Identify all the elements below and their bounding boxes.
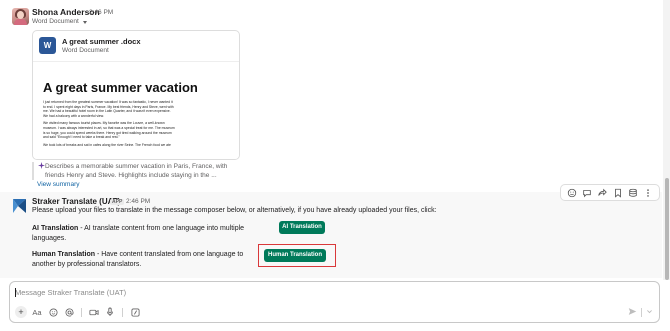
- view-summary-link[interactable]: View summary: [37, 181, 80, 188]
- ai-translation-title: AI Translation: [32, 225, 79, 232]
- text-cursor: [15, 288, 16, 297]
- ai-translation-button[interactable]: AI Translation: [279, 221, 325, 234]
- mention-icon[interactable]: [63, 306, 75, 318]
- summary-line: friends Henry and Steve. Highlights incl…: [45, 172, 217, 179]
- human-translation-description: Human Translation - Have content transla…: [32, 250, 262, 270]
- emoji-icon[interactable]: [47, 306, 59, 318]
- microphone-icon[interactable]: [104, 306, 116, 318]
- chevron-down-icon[interactable]: [83, 21, 87, 24]
- file-preview[interactable]: A great summer vacation I just returned …: [33, 61, 239, 159]
- message-timestamp[interactable]: 2:46 PM: [126, 198, 150, 205]
- message-timestamp[interactable]: 2:46 PM: [89, 9, 113, 16]
- sparkle-icon: [38, 162, 45, 171]
- human-translation-title: Human Translation: [32, 251, 96, 258]
- human-translation-button[interactable]: Human Translation: [264, 249, 326, 262]
- scrollbar-thumb[interactable]: [665, 178, 669, 280]
- message-text: Please upload your files to translate in…: [32, 207, 437, 214]
- preview-title: A great summer vacation: [43, 80, 198, 95]
- chevron-down-icon[interactable]: [646, 308, 653, 317]
- file-type-label: Word Document: [32, 18, 79, 25]
- ai-summary: Describes a memorable summer vacation in…: [32, 162, 262, 180]
- more-icon[interactable]: [643, 188, 653, 198]
- message-actions-toolbar: [560, 184, 660, 201]
- file-name: A great summer .docx: [62, 37, 141, 46]
- word-icon: W: [39, 37, 56, 54]
- message-shona: Shona Anderson 2:46 PM Word Document W A…: [0, 0, 662, 192]
- bookmark-icon[interactable]: [613, 188, 623, 198]
- shortcuts-icon[interactable]: [129, 306, 141, 318]
- send-controls: [628, 307, 653, 318]
- video-icon[interactable]: [88, 306, 100, 318]
- plus-icon[interactable]: +: [15, 306, 27, 318]
- reply-icon[interactable]: [582, 188, 592, 198]
- message-straker: Straker Translate (UAT) APP 2:46 PM Plea…: [0, 184, 662, 278]
- share-icon[interactable]: [597, 188, 608, 198]
- add-reaction-icon[interactable]: [567, 188, 577, 198]
- file-subtitle: Word Document: [62, 47, 109, 54]
- message-input[interactable]: [15, 285, 635, 299]
- format-icon[interactable]: Aa: [31, 306, 43, 318]
- composer-toolbar: + Aa: [15, 306, 141, 318]
- summary-line: Describes a memorable summer vacation in…: [45, 163, 228, 170]
- file-attachment[interactable]: W A great summer .docx Word Document A g…: [32, 30, 240, 160]
- straker-logo-icon[interactable]: [12, 198, 27, 214]
- send-icon[interactable]: [628, 307, 637, 318]
- ai-translation-description: AI Translation - AI translate content fr…: [32, 224, 262, 244]
- preview-line: We took lots of breaks and sat in cafes …: [43, 142, 171, 147]
- avatar[interactable]: [12, 8, 29, 25]
- apps-icon[interactable]: [628, 188, 638, 198]
- preview-text: I just returned from the greatest summer…: [43, 100, 231, 147]
- message-composer: + Aa: [9, 281, 660, 323]
- sender-name[interactable]: Straker Translate (UAT): [32, 197, 120, 206]
- app-badge: APP: [110, 198, 125, 205]
